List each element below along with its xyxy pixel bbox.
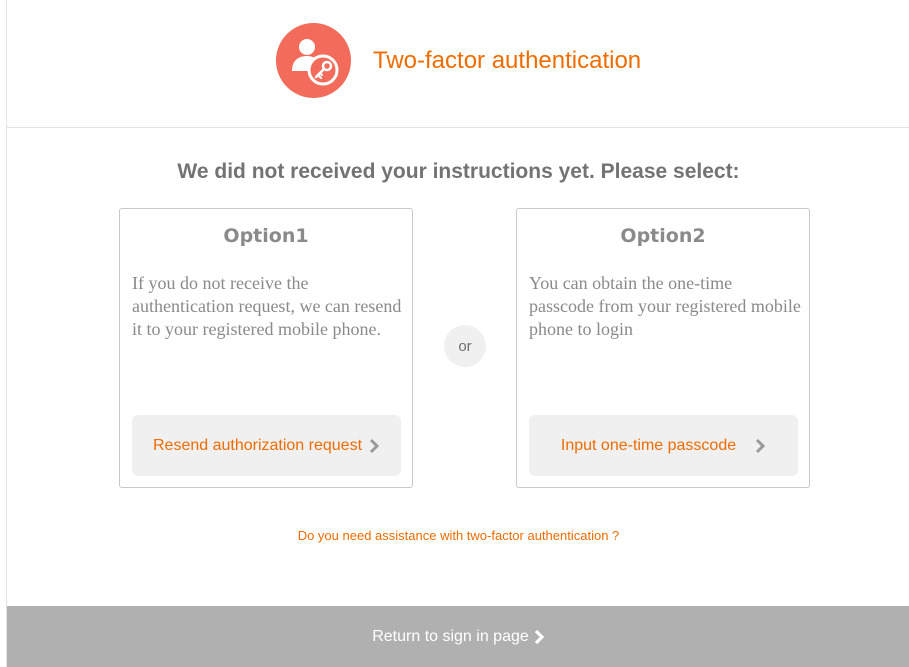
user-key-icon: [276, 23, 351, 98]
option-title: Option1: [223, 225, 309, 247]
page-title: Two-factor authentication: [373, 47, 642, 74]
resend-authorization-label: Resend authorization request: [152, 436, 363, 454]
return-to-sign-in-label: Return to sign in page: [372, 627, 529, 645]
dialog-header: Two-factor authentication: [7, 0, 909, 128]
resend-authorization-button[interactable]: Resend authorization request: [132, 415, 401, 476]
option-card-2: Option2 You can obtain the one-time pass…: [516, 208, 810, 488]
chevron-right-icon: [369, 438, 380, 453]
input-passcode-button[interactable]: Input one-time passcode: [529, 415, 798, 476]
option-description: If you do not receive the authentication…: [132, 273, 402, 339]
or-separator: or: [444, 325, 486, 367]
help-link[interactable]: Do you need assistance with two-factor a…: [7, 528, 909, 543]
auth-dialog: Two-factor authentication We did not rec…: [6, 0, 909, 667]
option-description: You can obtain the one-time passcode fro…: [529, 273, 801, 339]
chevron-right-icon: [534, 629, 545, 644]
option-card-1: Option1 If you do not receive the authen…: [119, 208, 413, 488]
return-to-sign-in-button[interactable]: Return to sign in page: [7, 606, 909, 667]
input-passcode-label: Input one-time passcode: [560, 436, 737, 454]
option-title: Option2: [620, 225, 706, 247]
chevron-right-icon: [756, 438, 766, 453]
selection-prompt: We did not received your instructions ye…: [177, 160, 740, 183]
